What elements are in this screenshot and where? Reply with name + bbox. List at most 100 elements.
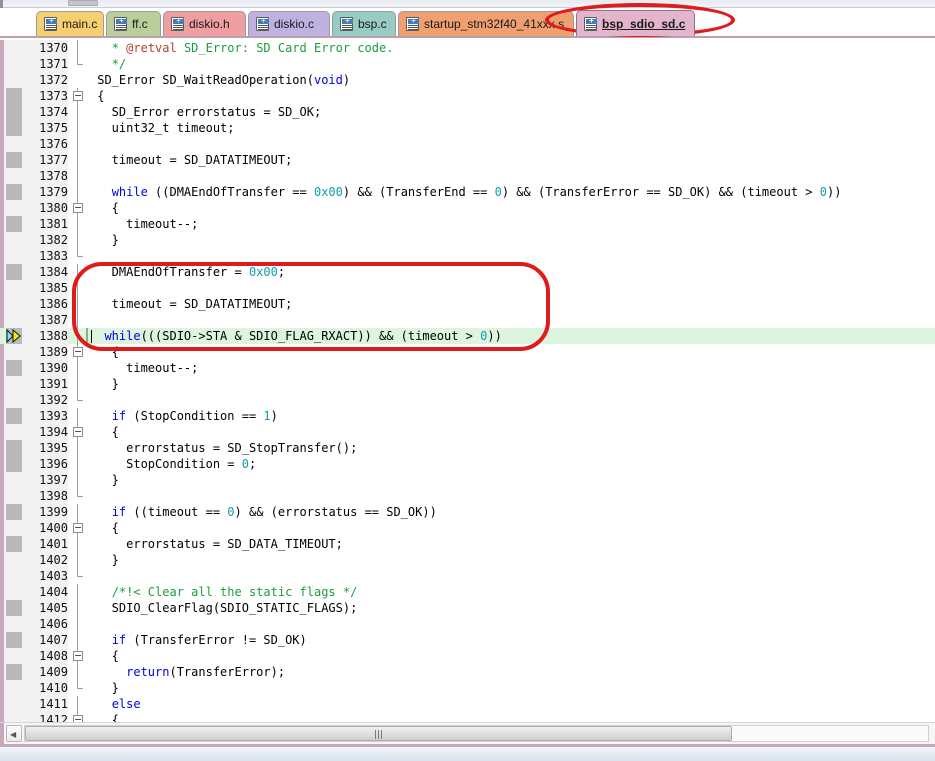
line-gutter-blank[interactable]: [6, 376, 22, 392]
code-line[interactable]: 1388 while(((SDIO->STA & SDIO_FLAG_RXACT…: [0, 328, 935, 344]
line-modified-marker[interactable]: [6, 664, 22, 680]
fold-column-cell[interactable]: [70, 424, 86, 440]
line-modified-marker[interactable]: [6, 216, 22, 232]
code-line[interactable]: 1391 }: [0, 376, 935, 392]
code-line[interactable]: 1406: [0, 616, 935, 632]
line-gutter-blank[interactable]: [6, 712, 22, 722]
code-line[interactable]: 1375 uint32_t timeout;: [0, 120, 935, 136]
code-line[interactable]: 1386 timeout = SD_DATATIMEOUT;: [0, 296, 935, 312]
code-line[interactable]: 1407 if (TransferError != SD_OK): [0, 632, 935, 648]
line-gutter-blank[interactable]: [6, 312, 22, 328]
fold-collapse-icon[interactable]: [73, 203, 83, 213]
line-modified-marker[interactable]: [6, 152, 22, 168]
code-line[interactable]: 1373 {: [0, 88, 935, 104]
code-line[interactable]: 1389 {: [0, 344, 935, 360]
fold-collapse-icon[interactable]: [73, 715, 83, 722]
editor-tab-main-c[interactable]: + main.c: [36, 11, 104, 36]
line-gutter-blank[interactable]: [6, 296, 22, 312]
line-modified-marker[interactable]: [6, 264, 22, 280]
code-line[interactable]: 1394 {: [0, 424, 935, 440]
code-line[interactable]: 1390 timeout--;: [0, 360, 935, 376]
scrollbar-track[interactable]: [24, 725, 929, 742]
debug-execution-arrow-icon[interactable]: [6, 328, 22, 344]
fold-column-cell[interactable]: [70, 712, 86, 722]
code-line[interactable]: 1393 if (StopCondition == 1): [0, 408, 935, 424]
fold-collapse-icon[interactable]: [73, 91, 83, 101]
editor-tab-startup-stm32f40-41xxx-s[interactable]: + startup_stm32f40_41xxx.s: [398, 11, 574, 36]
code-line[interactable]: 1409 return(TransferError);: [0, 664, 935, 680]
line-modified-marker[interactable]: [6, 536, 22, 552]
code-line[interactable]: 1402 }: [0, 552, 935, 568]
code-line[interactable]: 1396 StopCondition = 0;: [0, 456, 935, 472]
line-gutter-blank[interactable]: [6, 200, 22, 216]
code-line[interactable]: 1400 {: [0, 520, 935, 536]
line-gutter-blank[interactable]: [6, 56, 22, 72]
line-gutter-blank[interactable]: [6, 472, 22, 488]
line-gutter-blank[interactable]: [6, 72, 22, 88]
editor-tab-diskio-h[interactable]: + diskio.h: [163, 11, 246, 36]
code-line[interactable]: 1398: [0, 488, 935, 504]
code-line[interactable]: 1411 else: [0, 696, 935, 712]
toolbar-button-remnant[interactable]: [68, 0, 98, 6]
line-gutter-blank[interactable]: [6, 392, 22, 408]
code-line[interactable]: 1404 /*!< Clear all the static flags */: [0, 584, 935, 600]
line-modified-marker[interactable]: [6, 504, 22, 520]
code-line[interactable]: 1410 }: [0, 680, 935, 696]
line-gutter-blank[interactable]: [6, 696, 22, 712]
scroll-left-arrow-icon[interactable]: [6, 725, 22, 743]
code-line[interactable]: 1408 {: [0, 648, 935, 664]
code-line[interactable]: 1397 }: [0, 472, 935, 488]
code-line[interactable]: 1381 timeout--;: [0, 216, 935, 232]
code-line[interactable]: 1382 }: [0, 232, 935, 248]
line-gutter-blank[interactable]: [6, 520, 22, 536]
code-line[interactable]: 1385: [0, 280, 935, 296]
code-line[interactable]: 1380 {: [0, 200, 935, 216]
code-line[interactable]: 1405 SDIO_ClearFlag(SDIO_STATIC_FLAGS);: [0, 600, 935, 616]
code-line[interactable]: 1374 SD_Error errorstatus = SD_OK;: [0, 104, 935, 120]
code-line[interactable]: 1370 * @retval SD_Error: SD Card Error c…: [0, 40, 935, 56]
fold-column-cell[interactable]: [70, 88, 86, 104]
editor-tab-diskio-c[interactable]: + diskio.c: [248, 11, 330, 36]
code-editor-pane[interactable]: 1370 * @retval SD_Error: SD Card Error c…: [0, 40, 935, 722]
fold-collapse-icon[interactable]: [73, 651, 83, 661]
line-modified-marker[interactable]: [6, 600, 22, 616]
line-gutter-blank[interactable]: [6, 424, 22, 440]
line-gutter-blank[interactable]: [6, 344, 22, 360]
fold-column-cell[interactable]: [70, 520, 86, 536]
horizontal-scrollbar[interactable]: [0, 722, 935, 745]
code-line[interactable]: 1377 timeout = SD_DATATIMEOUT;: [0, 152, 935, 168]
editor-tab-ff-c[interactable]: + ff.c: [106, 11, 161, 36]
code-line[interactable]: 1378: [0, 168, 935, 184]
line-gutter-blank[interactable]: [6, 648, 22, 664]
line-modified-marker[interactable]: [6, 456, 22, 472]
line-gutter-blank[interactable]: [6, 232, 22, 248]
line-modified-marker[interactable]: [6, 88, 22, 104]
fold-column-cell[interactable]: [70, 200, 86, 216]
line-modified-marker[interactable]: [6, 120, 22, 136]
line-gutter-blank[interactable]: [6, 568, 22, 584]
line-modified-marker[interactable]: [6, 184, 22, 200]
code-line[interactable]: 1399 if ((timeout == 0) && (errorstatus …: [0, 504, 935, 520]
fold-column-cell[interactable]: [70, 344, 86, 360]
line-modified-marker[interactable]: [6, 408, 22, 424]
line-gutter-blank[interactable]: [6, 552, 22, 568]
code-line[interactable]: 1412 {: [0, 712, 935, 722]
editor-tab-bsp-c[interactable]: + bsp.c: [332, 11, 396, 36]
code-line[interactable]: 1371 */: [0, 56, 935, 72]
code-line[interactable]: 1392: [0, 392, 935, 408]
line-gutter-blank[interactable]: [6, 280, 22, 296]
code-line[interactable]: 1401 errorstatus = SD_DATA_TIMEOUT;: [0, 536, 935, 552]
code-line[interactable]: 1379 while ((DMAEndOfTransfer == 0x00) &…: [0, 184, 935, 200]
line-gutter-blank[interactable]: [6, 616, 22, 632]
fold-collapse-icon[interactable]: [73, 523, 83, 533]
line-gutter-blank[interactable]: [6, 584, 22, 600]
line-gutter-blank[interactable]: [6, 248, 22, 264]
line-gutter-blank[interactable]: [6, 168, 22, 184]
line-modified-marker[interactable]: [6, 360, 22, 376]
editor-tab-bsp-sdio-sd-c[interactable]: + bsp_sdio_sd.c: [576, 10, 695, 36]
code-line[interactable]: 1372 SD_Error SD_WaitReadOperation(void): [0, 72, 935, 88]
fold-column-cell[interactable]: [70, 648, 86, 664]
line-modified-marker[interactable]: [6, 104, 22, 120]
line-modified-marker[interactable]: [6, 632, 22, 648]
line-modified-marker[interactable]: [6, 440, 22, 456]
